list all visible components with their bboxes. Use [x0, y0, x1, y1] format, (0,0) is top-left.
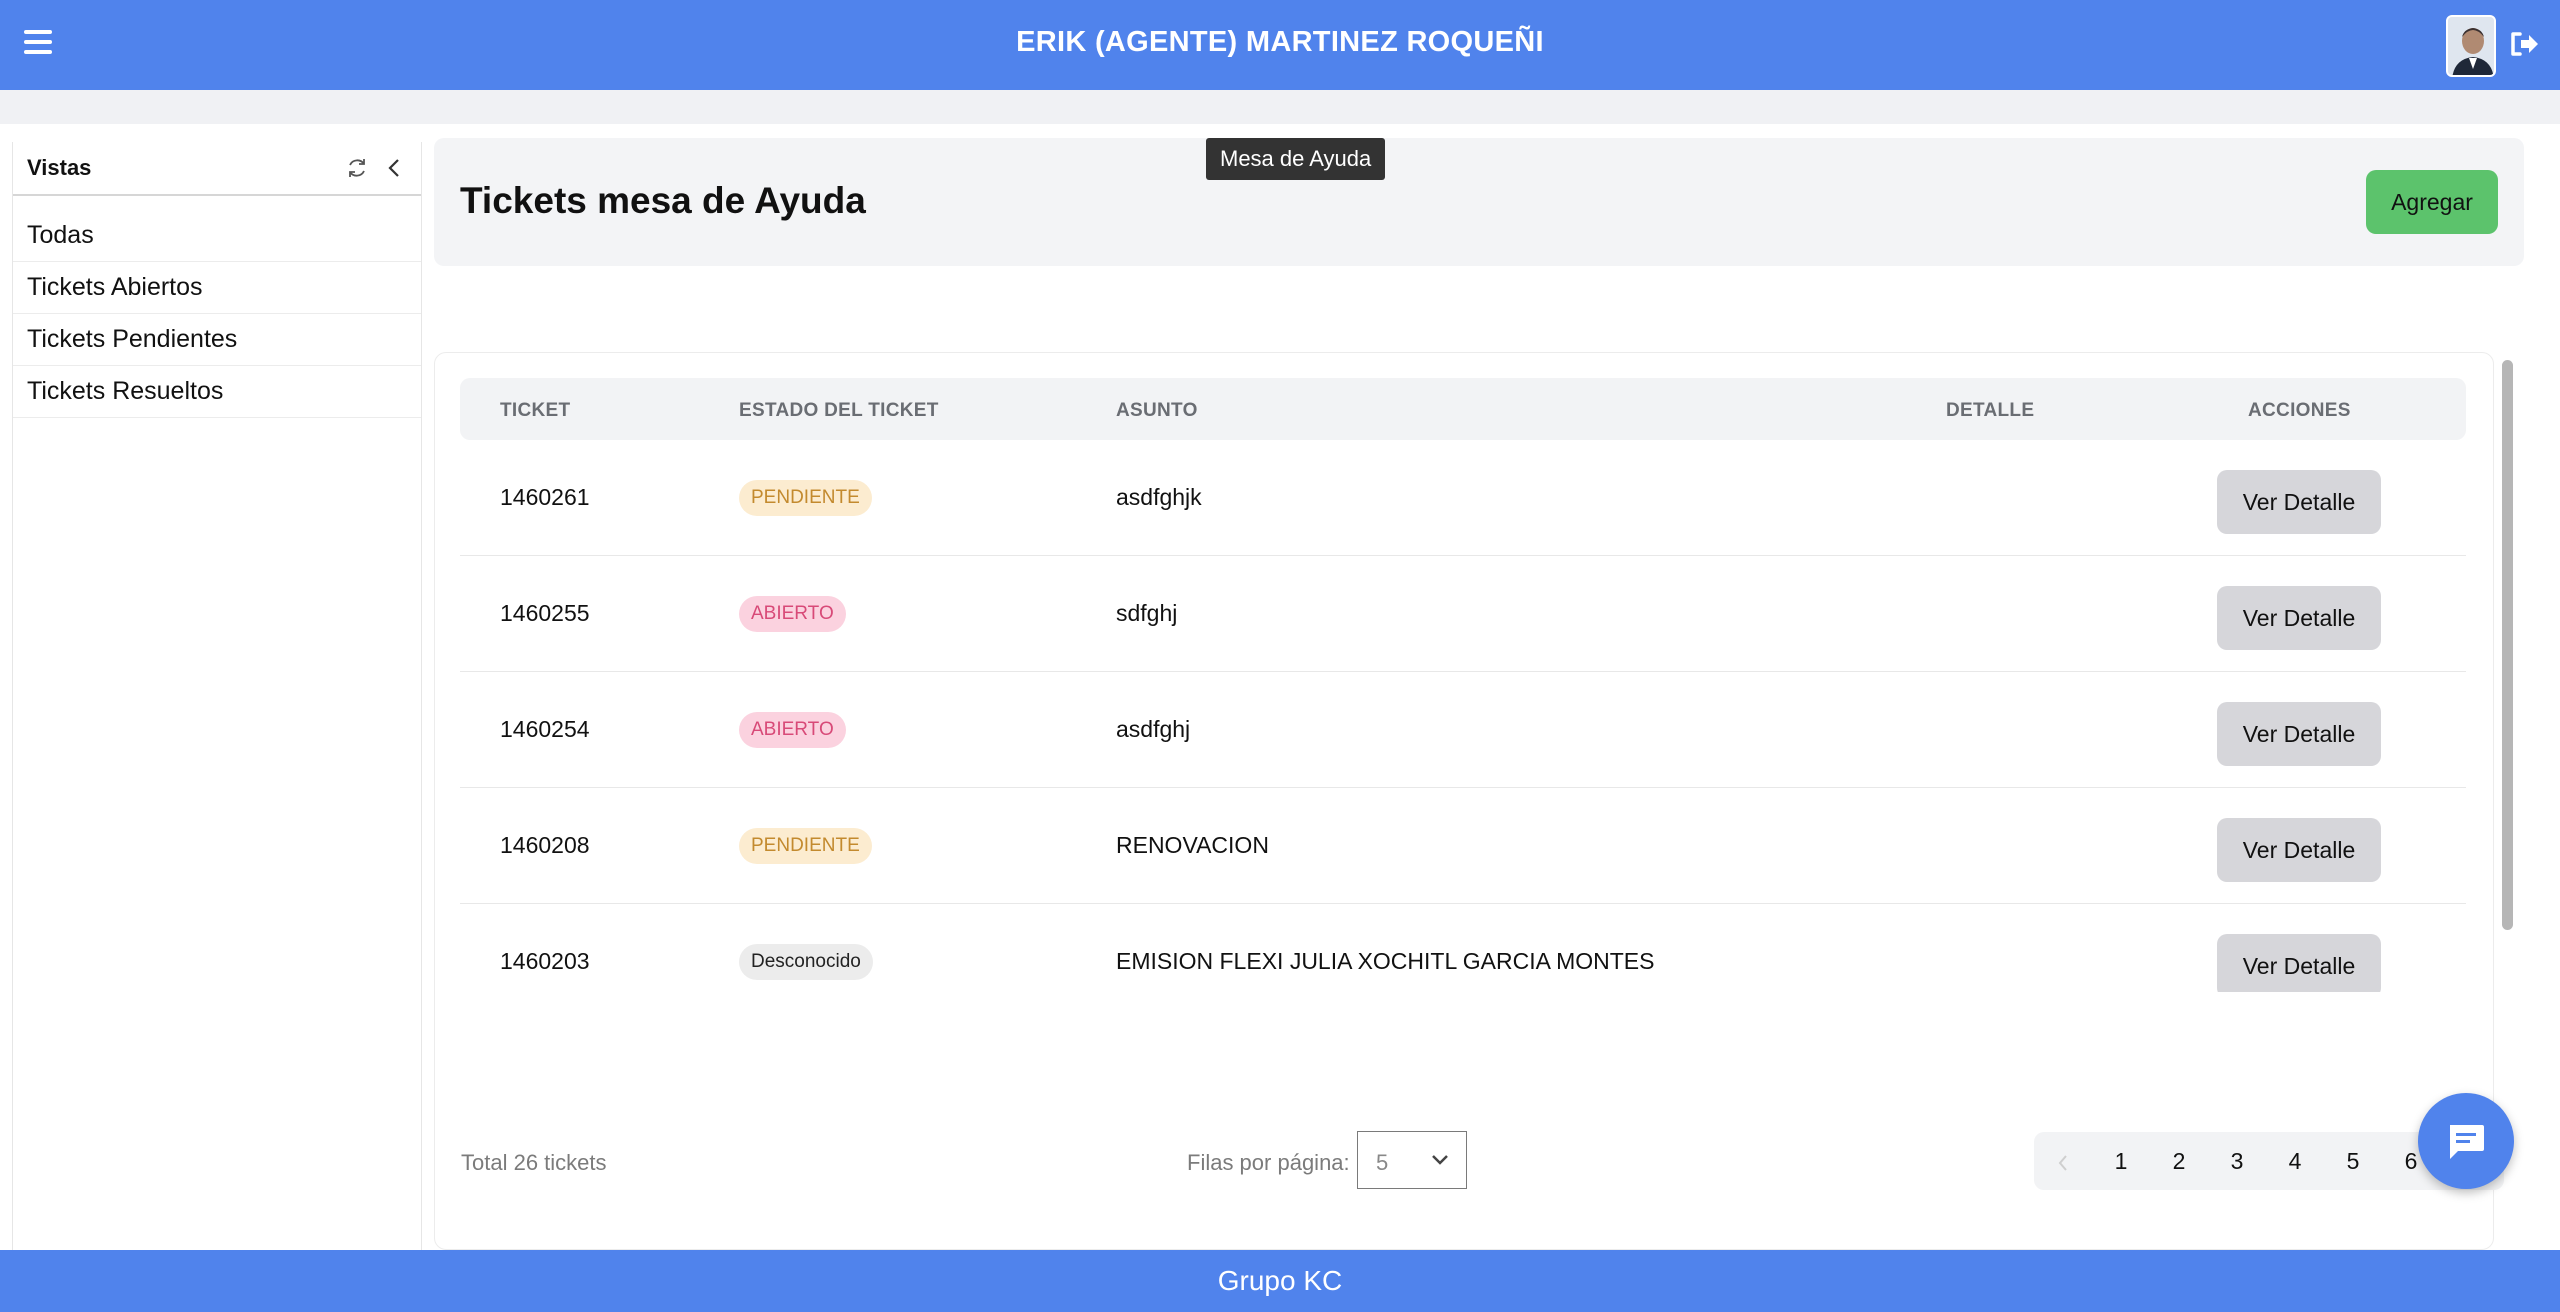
sidebar-title: Vistas — [27, 155, 92, 180]
page-button-5[interactable]: 5 — [2324, 1132, 2382, 1190]
ticket-subject: sdfghj — [1116, 600, 1178, 626]
column-header-detalle[interactable]: DETALLE — [1946, 400, 2034, 422]
table-row: 1460254 ABIERTO asdfghj Ver Detalle — [460, 672, 2466, 788]
table-row: 1460203 Desconocido EMISION FLEXI JULIA … — [460, 904, 2466, 992]
ticket-id: 1460255 — [500, 600, 590, 626]
table-header: TICKET ESTADO DEL TICKET ASUNTO DETALLE … — [460, 378, 2466, 440]
sidebar-item-label: Tickets Pendientes — [27, 325, 238, 353]
sidebar-list: Todas Tickets Abiertos Tickets Pendiente… — [13, 210, 421, 418]
ticket-subject: asdfghj — [1116, 716, 1191, 742]
add-ticket-button[interactable]: Agregar — [2366, 170, 2498, 234]
chevron-down-icon — [1432, 1155, 1448, 1165]
sidebar: Vistas Todas Tickets Abiertos Tickets Pe… — [12, 142, 422, 1250]
page-title: Tickets mesa de Ayuda — [460, 180, 866, 221]
page-button-4[interactable]: 4 — [2266, 1132, 2324, 1190]
collapse-chevron-icon[interactable] — [383, 156, 407, 180]
scrollbar-thumb[interactable] — [2502, 360, 2513, 930]
ticket-id: 1460203 — [500, 948, 590, 974]
sub-bar — [0, 90, 2560, 124]
column-header-asunto[interactable]: ASUNTO — [1116, 400, 1198, 422]
page-button-1[interactable]: 1 — [2092, 1132, 2150, 1190]
rows-per-page-select[interactable]: 5 — [1357, 1131, 1467, 1189]
prev-page-button[interactable] — [2034, 1132, 2092, 1190]
sidebar-item-todas[interactable]: Todas — [13, 210, 421, 262]
view-detail-button[interactable]: Ver Detalle — [2217, 702, 2381, 766]
total-count: Total 26 tickets — [461, 1150, 607, 1175]
status-badge: Desconocido — [739, 944, 873, 980]
sidebar-item-label: Tickets Resueltos — [27, 377, 224, 405]
view-detail-button[interactable]: Ver Detalle — [2217, 934, 2381, 992]
table-row: 1460208 PENDIENTE RENOVACION Ver Detalle — [460, 788, 2466, 904]
sidebar-item-label: Todas — [27, 221, 94, 249]
ticket-subject: EMISION FLEXI JULIA XOCHITL GARCIA MONTE… — [1116, 948, 1655, 974]
view-detail-button[interactable]: Ver Detalle — [2217, 586, 2381, 650]
page-header: Tickets mesa de Ayuda Agregar — [434, 138, 2524, 266]
page-button-2[interactable]: 2 — [2150, 1132, 2208, 1190]
rows-per-page-value: 5 — [1376, 1150, 1389, 1175]
chevron-left-icon — [2058, 1155, 2067, 1171]
footer-text: Grupo KC — [1217, 1265, 1343, 1296]
status-badge: ABIERTO — [739, 712, 846, 748]
sidebar-item-resueltos[interactable]: Tickets Resueltos — [13, 366, 421, 418]
sidebar-item-label: Tickets Abiertos — [27, 273, 203, 301]
table-row: 1460261 PENDIENTE asdfghjk Ver Detalle — [460, 440, 2466, 556]
sidebar-header: Vistas — [13, 142, 421, 196]
view-detail-button[interactable]: Ver Detalle — [2217, 470, 2381, 534]
footer: Grupo KC — [0, 1250, 2560, 1312]
tooltip: Mesa de Ayuda — [1206, 138, 1386, 180]
chat-button[interactable] — [2418, 1093, 2514, 1189]
column-header-estado[interactable]: ESTADO DEL TICKET — [739, 400, 939, 422]
tickets-table: TICKET ESTADO DEL TICKET ASUNTO DETALLE … — [460, 378, 2466, 992]
view-detail-button[interactable]: Ver Detalle — [2217, 818, 2381, 882]
status-badge: PENDIENTE — [739, 480, 872, 516]
ticket-subject: RENOVACION — [1116, 832, 1269, 858]
table-row: 1460255 ABIERTO sdfghj Ver Detalle — [460, 556, 2466, 672]
table-scrollbar[interactable] — [2498, 356, 2516, 990]
ticket-id: 1460254 — [500, 716, 590, 742]
status-badge: ABIERTO — [739, 596, 846, 632]
rows-per-page-label: Filas por página: — [1187, 1150, 1350, 1175]
status-badge: PENDIENTE — [739, 828, 872, 864]
chat-icon — [2450, 1125, 2484, 1159]
sidebar-item-pendientes[interactable]: Tickets Pendientes — [13, 314, 421, 366]
page-button-3[interactable]: 3 — [2208, 1132, 2266, 1190]
column-header-ticket[interactable]: TICKET — [500, 400, 570, 422]
ticket-subject: asdfghjk — [1116, 484, 1202, 510]
user-name-title: ERIK (AGENTE) MARTINEZ ROQUEÑI — [1016, 26, 1544, 58]
top-bar: ERIK (AGENTE) MARTINEZ ROQUEÑI — [0, 0, 2560, 90]
refresh-icon[interactable] — [345, 156, 369, 180]
avatar[interactable] — [2446, 15, 2496, 77]
column-header-acciones: ACCIONES — [2248, 400, 2351, 421]
logout-icon[interactable] — [2508, 28, 2540, 60]
sidebar-item-abiertos[interactable]: Tickets Abiertos — [13, 262, 421, 314]
ticket-id: 1460261 — [500, 484, 590, 510]
ticket-id: 1460208 — [500, 832, 590, 858]
